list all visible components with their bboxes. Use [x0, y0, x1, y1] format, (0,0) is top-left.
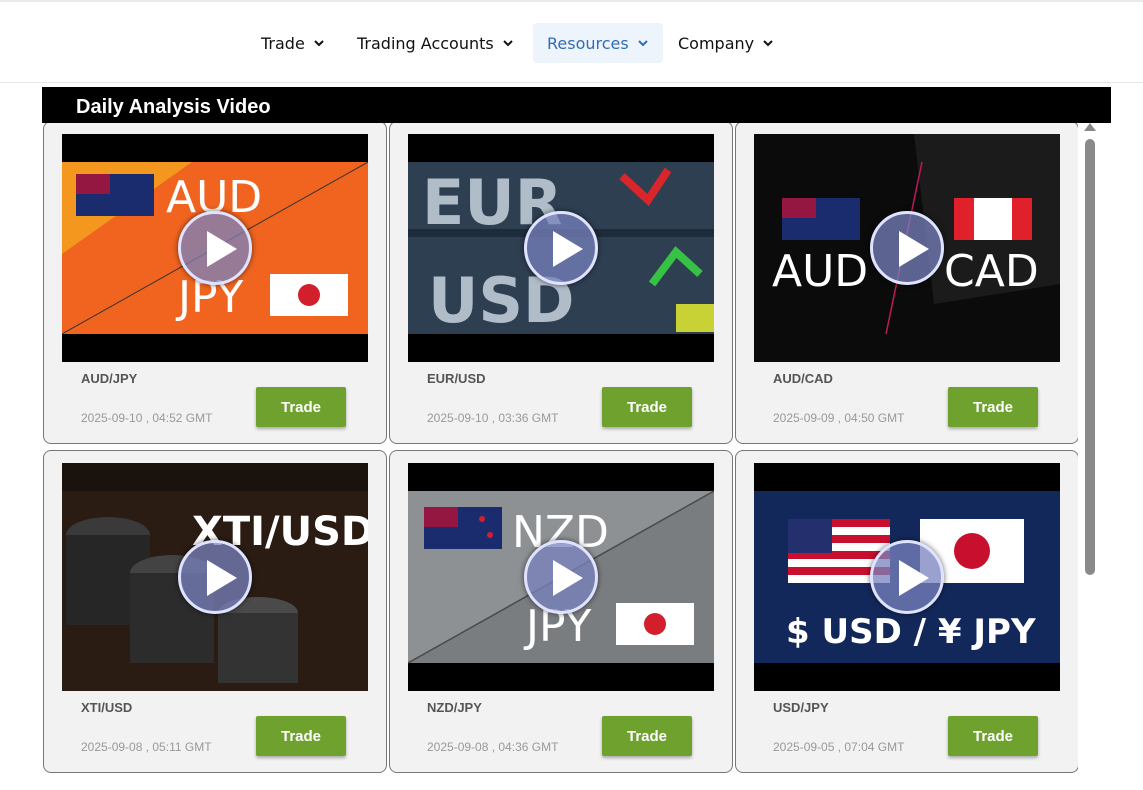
chevron-down-icon	[763, 40, 773, 47]
play-icon[interactable]	[178, 211, 252, 285]
currency-pair: AUD/JPY	[81, 371, 138, 386]
currency-pair: AUD/CAD	[773, 371, 833, 386]
nav-item-label: Company	[678, 33, 755, 53]
video-date: 2025-09-10 , 03:36 GMT	[427, 411, 559, 425]
chevron-down-icon	[503, 40, 513, 47]
nav-item-label: Trade	[261, 33, 305, 53]
video-date: 2025-09-09 , 04:50 GMT	[773, 411, 905, 425]
thumb-text-1: $ USD / ¥ JPY	[786, 612, 1036, 652]
currency-pair: NZD/JPY	[427, 700, 482, 715]
thumb-text-1: AUD	[772, 246, 868, 297]
nav-item-label: Resources	[547, 33, 629, 53]
video-thumbnail[interactable]: AUD CAD	[754, 134, 1060, 362]
panel-header: Daily Analysis Video	[42, 87, 1111, 123]
video-date: 2025-09-08 , 05:11 GMT	[81, 740, 212, 754]
video-thumbnail[interactable]: $ USD / ¥ JPY	[754, 463, 1060, 691]
nav-item-label: Trading Accounts	[357, 33, 494, 53]
play-icon[interactable]	[178, 540, 252, 614]
video-thumbnail[interactable]: EUR USD	[408, 134, 714, 362]
play-icon[interactable]	[524, 540, 598, 614]
thumb-text-2: CAD	[944, 246, 1039, 297]
video-thumbnail[interactable]: NZD JPY	[408, 463, 714, 691]
trade-button[interactable]: Trade	[602, 716, 692, 756]
panel-title: Daily Analysis Video	[76, 96, 271, 118]
video-thumbnail[interactable]: AUD JPY	[62, 134, 368, 362]
video-card: $ USD / ¥ JPY USD/JPY 2025-09-05 , 07:04…	[735, 450, 1079, 773]
vertical-scrollbar[interactable]	[1078, 123, 1100, 783]
currency-pair: XTI/USD	[81, 700, 133, 715]
nav-item-resources[interactable]: Resources	[533, 23, 663, 63]
play-icon[interactable]	[870, 211, 944, 285]
video-grid: AUD JPY AUD/JPY 2025-09-10 , 04:52 GMT T…	[42, 123, 1100, 790]
video-date: 2025-09-10 , 04:52 GMT	[81, 411, 213, 425]
video-card: XTI/USD XTI/USD 2025-09-08 , 05:11 GMT T…	[43, 450, 387, 773]
currency-pair: USD/JPY	[773, 700, 829, 715]
trade-button[interactable]: Trade	[948, 387, 1038, 427]
chevron-down-icon	[314, 40, 324, 47]
video-card: EUR USD EUR/USD 2025-09-10 , 03:36 GMT T…	[389, 123, 733, 444]
trade-button[interactable]: Trade	[948, 716, 1038, 756]
nav-item-trading-accounts[interactable]: Trading Accounts	[343, 23, 528, 63]
trade-button[interactable]: Trade	[602, 387, 692, 427]
video-thumbnail[interactable]: XTI/USD	[62, 463, 368, 691]
trade-button[interactable]: Trade	[256, 387, 346, 427]
scrollbar-thumb[interactable]	[1085, 139, 1095, 575]
nav-item-trade[interactable]: Trade	[247, 23, 339, 63]
trade-button[interactable]: Trade	[256, 716, 346, 756]
video-card: NZD JPY NZD/JPY 2025-09-08 , 04:36 GMT T…	[389, 450, 733, 773]
play-icon[interactable]	[524, 211, 598, 285]
chevron-down-icon	[638, 40, 648, 47]
nav-item-company[interactable]: Company	[664, 23, 788, 63]
video-card: AUD JPY AUD/JPY 2025-09-10 , 04:52 GMT T…	[43, 123, 387, 444]
top-navigation: Trade Trading Accounts Resources Company	[0, 0, 1143, 83]
video-card: AUD CAD AUD/CAD 2025-09-09 , 04:50 GMT T…	[735, 123, 1079, 444]
play-icon[interactable]	[870, 540, 944, 614]
scroll-up-arrow-icon[interactable]	[1084, 123, 1096, 131]
currency-pair: EUR/USD	[427, 371, 486, 386]
video-date: 2025-09-05 , 07:04 GMT	[773, 740, 905, 754]
video-date: 2025-09-08 , 04:36 GMT	[427, 740, 559, 754]
